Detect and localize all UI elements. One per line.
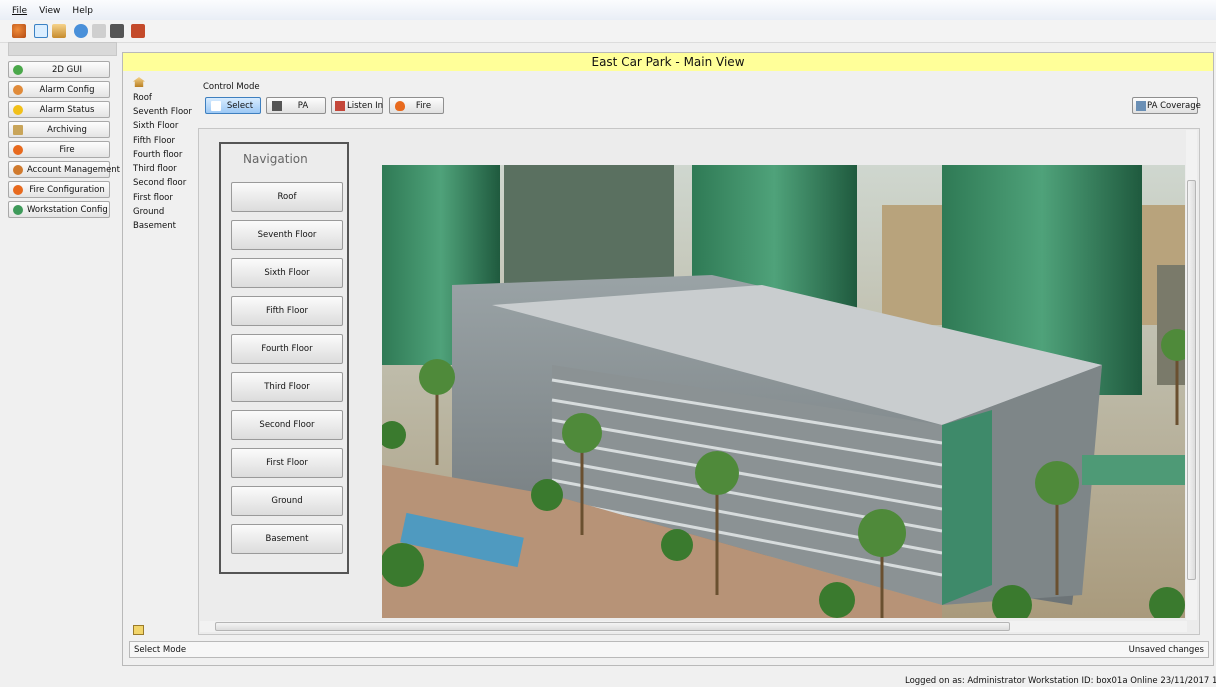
globe-icon	[13, 205, 23, 215]
car-park-image[interactable]	[382, 165, 1185, 618]
sidebar-header	[8, 42, 117, 56]
sidebar-item-2d-gui[interactable]: 2D GUI	[8, 61, 110, 78]
listen-in-button[interactable]: Listen In	[331, 97, 383, 114]
speaker-icon	[272, 101, 282, 111]
users-icon[interactable]	[12, 24, 26, 38]
fire-icon	[13, 185, 23, 195]
control-mode-label: Control Mode	[203, 82, 260, 92]
pa-coverage-button[interactable]: PA Coverage	[1132, 97, 1201, 114]
globe-icon	[13, 65, 23, 75]
floor-link-seventh[interactable]: Seventh Floor	[133, 107, 192, 117]
coverage-icon	[1136, 101, 1146, 111]
status-unsaved: Unsaved changes	[1128, 645, 1204, 655]
play-icon[interactable]	[34, 24, 48, 38]
sidebar-item-account-management[interactable]: Account Management	[8, 161, 120, 178]
nav-button-third-floor[interactable]: Third Floor	[231, 372, 343, 402]
floor-link-second[interactable]: Second floor	[133, 178, 186, 188]
menu-help[interactable]: Help	[72, 6, 93, 16]
sidebar-item-fire-configuration[interactable]: Fire Configuration	[8, 181, 110, 198]
floor-link-basement[interactable]: Basement	[133, 221, 176, 231]
toolbar	[0, 20, 1216, 43]
nav-button-seventh-floor[interactable]: Seventh Floor	[231, 220, 343, 250]
status-bar: Select Mode Unsaved changes	[129, 641, 1209, 658]
floor-link-roof[interactable]: Roof	[133, 93, 152, 103]
alarm-icon[interactable]	[131, 24, 145, 38]
headphones-icon	[335, 101, 345, 111]
fire-mode-button[interactable]: Fire	[389, 97, 444, 114]
navigation-title: Navigation	[243, 152, 308, 166]
session-footer: Logged on as: Administrator Workstation …	[905, 676, 1216, 686]
nav-button-fifth-floor[interactable]: Fifth Floor	[231, 296, 343, 326]
view-area: Navigation Roof Seventh Floor Sixth Floo…	[198, 128, 1200, 635]
horizontal-scrollbar[interactable]	[200, 621, 1187, 632]
sidebar-item-alarm-status[interactable]: Alarm Status	[8, 101, 110, 118]
home-icon[interactable]	[133, 77, 145, 87]
nav-button-first-floor[interactable]: First Floor	[231, 448, 343, 478]
sidebar-item-fire[interactable]: Fire	[8, 141, 110, 158]
wrench-icon	[13, 85, 23, 95]
sidebar-item-workstation-config[interactable]: Workstation Config	[8, 201, 110, 218]
car-park-illustration	[382, 165, 1185, 618]
vertical-scrollbar[interactable]	[1186, 130, 1197, 620]
grid-icon[interactable]	[92, 24, 106, 38]
floor-link-first[interactable]: First floor	[133, 193, 173, 203]
menu-view[interactable]: View	[39, 6, 60, 16]
nav-button-basement[interactable]: Basement	[231, 524, 343, 554]
vertical-scroll-thumb[interactable]	[1187, 180, 1196, 580]
floor-link-ground[interactable]: Ground	[133, 207, 164, 217]
floor-link-sixth[interactable]: Sixth Floor	[133, 121, 178, 131]
nav-button-roof[interactable]: Roof	[231, 182, 343, 212]
menu-bar: File View Help	[0, 0, 1216, 20]
home-icon[interactable]	[52, 24, 66, 38]
navigation-panel: Navigation Roof Seventh Floor Sixth Floo…	[219, 142, 349, 574]
main-window: East Car Park - Main View Roof Seventh F…	[122, 52, 1214, 666]
archive-icon	[13, 125, 23, 135]
fire-icon	[395, 101, 405, 111]
nav-button-sixth-floor[interactable]: Sixth Floor	[231, 258, 343, 288]
nav-button-fourth-floor[interactable]: Fourth Floor	[231, 334, 343, 364]
page-title: East Car Park - Main View	[123, 53, 1213, 71]
status-mode: Select Mode	[134, 645, 187, 655]
floor-link-third[interactable]: Third floor	[133, 164, 177, 174]
select-mode-button[interactable]: Select	[205, 97, 261, 114]
sidebar-item-alarm-config[interactable]: Alarm Config	[8, 81, 110, 98]
pointer-icon	[211, 101, 221, 111]
nav-button-ground[interactable]: Ground	[231, 486, 343, 516]
floor-link-fourth[interactable]: Fourth floor	[133, 150, 182, 160]
horizontal-scroll-thumb[interactable]	[215, 622, 1010, 631]
users-icon	[13, 165, 23, 175]
sidebar-item-archiving[interactable]: Archiving	[8, 121, 110, 138]
note-icon[interactable]	[133, 625, 144, 635]
floor-link-fifth[interactable]: Fifth Floor	[133, 136, 175, 146]
menu-file[interactable]: File	[12, 6, 27, 16]
pa-mode-button[interactable]: PA	[266, 97, 326, 114]
fire-icon	[13, 145, 23, 155]
help-icon[interactable]	[74, 24, 88, 38]
binoculars-icon[interactable]	[110, 24, 124, 38]
nav-button-second-floor[interactable]: Second Floor	[231, 410, 343, 440]
sun-icon	[13, 105, 23, 115]
